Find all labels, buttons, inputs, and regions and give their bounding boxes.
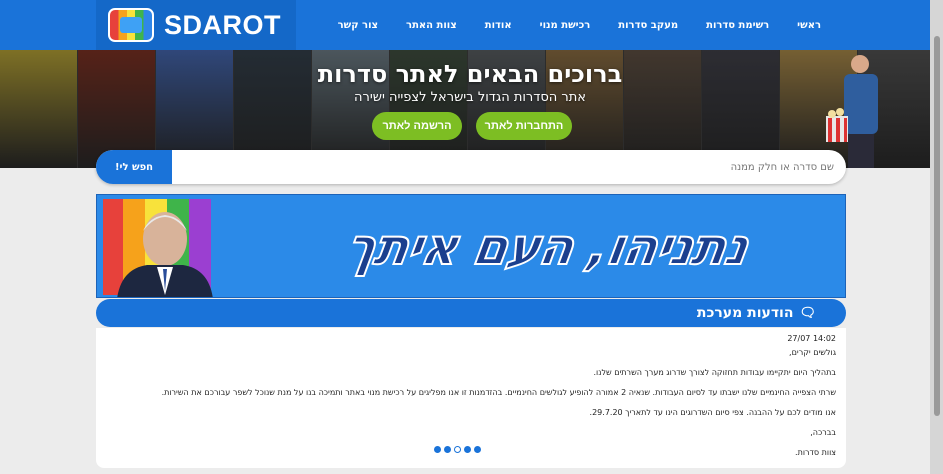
register-button[interactable]: הרשמה לאתר xyxy=(372,112,462,140)
pagination-dot[interactable] xyxy=(444,446,451,453)
message-pagination xyxy=(434,446,481,453)
system-messages-title: 🗨 הודעות מערכת xyxy=(697,299,816,327)
nav-series-list[interactable]: רשימת סדרות xyxy=(692,20,783,31)
pagination-dot[interactable] xyxy=(464,446,471,453)
message-line: גולשים יקרים, xyxy=(789,348,836,357)
hero-subtitle: אתר הסדרות הגדול בישראל לצפייה ישירה xyxy=(354,90,586,105)
banner-portrait-image xyxy=(103,199,213,297)
site-logo[interactable]: SDAROT xyxy=(96,0,296,50)
promo-banner[interactable]: נתניהו, העם איתך xyxy=(96,194,846,298)
nav-team[interactable]: צוות האתר xyxy=(392,20,471,31)
tv-logo-icon xyxy=(108,8,154,42)
main-menu: ראשי רשימת סדרות מעקב סדרות רכישת מנוי א… xyxy=(324,0,835,50)
logo-text: SDAROT xyxy=(164,9,281,40)
nav-series-tracking[interactable]: מעקב סדרות xyxy=(604,20,692,31)
scrollbar-thumb[interactable] xyxy=(934,36,940,416)
message-line: שרתי הצפייה החינמיים שלנו ישבתו עד לסיום… xyxy=(161,388,836,397)
message-line: בברכה, xyxy=(810,428,836,437)
message-timestamp: 14:02 27/07 xyxy=(787,334,836,343)
system-messages-header: 🗨 הודעות מערכת xyxy=(96,299,846,327)
banner-slogan: נתניהו, העם איתך xyxy=(341,217,753,277)
message-line: בתהליך היום יתקיימו עבודות תחזוקה לצורך … xyxy=(593,368,836,377)
search-button[interactable]: חפש לי! xyxy=(96,150,172,184)
nav-about[interactable]: אודות xyxy=(471,20,526,31)
system-messages-title-text: הודעות מערכת xyxy=(696,305,794,321)
pagination-dot[interactable] xyxy=(474,446,481,453)
pagination-dot[interactable] xyxy=(434,446,441,453)
message-line: אנו מודים לכם על ההבנה. צפי סיום השדרוגי… xyxy=(589,408,836,417)
top-navbar: SDAROT ראשי רשימת סדרות מעקב סדרות רכישת… xyxy=(0,0,943,50)
nav-home[interactable]: ראשי xyxy=(783,20,835,31)
message-signature: צוות סדרות. xyxy=(795,448,836,457)
pagination-dot[interactable] xyxy=(454,446,461,453)
system-messages-body: 14:02 27/07 גולשים יקרים, בתהליך היום ית… xyxy=(96,328,846,468)
chat-bubble-icon: 🗨 xyxy=(799,305,816,321)
nav-subscription[interactable]: רכישת מנוי xyxy=(526,20,605,31)
search-bar: חפש לי! xyxy=(96,150,846,184)
login-button[interactable]: התחברות לאתר xyxy=(476,112,572,140)
hero-title: ברוכים הבאים לאתר סדרות xyxy=(317,60,623,88)
nav-contact[interactable]: צור קשר xyxy=(324,20,392,31)
search-input[interactable] xyxy=(176,150,838,184)
